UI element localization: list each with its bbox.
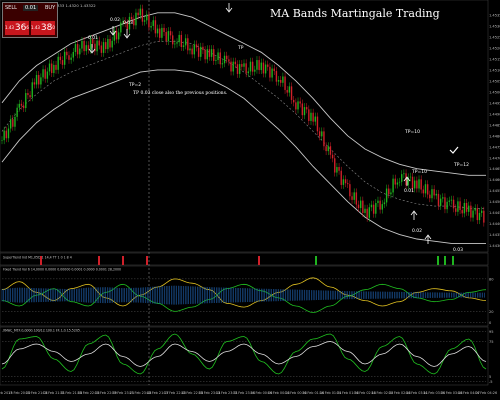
sell-price-big: 36 bbox=[14, 23, 27, 33]
sell-button-label[interactable]: SELL bbox=[5, 5, 17, 11]
tp-left-note: TP 0.03 close also the previous position… bbox=[133, 90, 228, 96]
buy-button-label[interactable]: BUY bbox=[45, 5, 55, 11]
tp10-label-a: TP=10 bbox=[404, 129, 420, 135]
y-tick-label: 1.4495 bbox=[489, 101, 500, 105]
y-tick-label: 75 bbox=[489, 340, 494, 344]
signal-bar bbox=[258, 256, 260, 265]
lot-size-field[interactable]: 0.01 bbox=[23, 5, 39, 11]
y-tick-label: 1.4465 bbox=[489, 167, 500, 171]
lot-label-3: 0.03 bbox=[123, 20, 133, 26]
y-tick-label: 1.4510 bbox=[489, 68, 500, 72]
signal-bar bbox=[437, 256, 439, 265]
y-tick-label: 1.4535 bbox=[489, 13, 500, 17]
sell-price-box[interactable]: 1.43366 bbox=[5, 21, 29, 35]
tp2-label: TP=2 bbox=[128, 82, 141, 88]
y-tick-label: 95 bbox=[489, 330, 494, 334]
y-tick-label: 1.4455 bbox=[489, 189, 500, 193]
y-tick-label: 1.4490 bbox=[489, 112, 500, 116]
indicator-label: XMAC_MTF 0,0000 100/12 100.1 FF 1.0 15.5… bbox=[3, 329, 80, 333]
sell-price-prefix: 1.43 bbox=[5, 25, 14, 30]
y-tick-label: 20 bbox=[489, 310, 494, 314]
signal-strip-panel bbox=[0, 252, 489, 266]
signal-bar bbox=[98, 256, 100, 265]
y-tick-label: 5 bbox=[489, 375, 491, 379]
signal-bar bbox=[122, 256, 124, 265]
sell-price-sup: 6 bbox=[26, 25, 29, 30]
main-price-panel bbox=[0, 0, 489, 253]
y-tick-label: 1.4440 bbox=[489, 222, 500, 226]
y-tick-label: -5 bbox=[489, 380, 493, 384]
y-tick-label: 1.4525 bbox=[489, 35, 500, 39]
y-tick-label: 1.4480 bbox=[489, 134, 500, 138]
signal-bar bbox=[452, 256, 454, 265]
y-tick-label: 1.4500 bbox=[489, 90, 500, 94]
tp10-label-b: TP=10 bbox=[411, 169, 427, 175]
buy-price-box[interactable]: 1.43380 bbox=[31, 21, 55, 35]
signal-strip-label: SuperTrend Ind M1,X5D 1 14,4 TT 1 0 1 8 … bbox=[3, 256, 72, 260]
x-axis-labels: 13 Feb 201513 Feb 20:2013 Feb 21:0413 Fe… bbox=[0, 391, 497, 395]
y-tick-label: 1.4450 bbox=[489, 200, 500, 204]
y-tick-label: 1.4470 bbox=[489, 156, 500, 160]
one-click-trade-panel: SELL 0.01 BUY 1.43366 1.43380 bbox=[2, 2, 58, 38]
y-tick-label: 80 bbox=[489, 277, 494, 281]
y-tick-label: 1.4485 bbox=[489, 123, 500, 127]
y-tick-label: 1.4530 bbox=[489, 24, 500, 28]
y-tick-label: 1.4460 bbox=[489, 178, 500, 182]
y-tick-label: 1.4520 bbox=[489, 46, 500, 50]
lot-label-4: 0.01 bbox=[404, 188, 414, 194]
x-tick-label: 14 Feb 04:26 bbox=[475, 391, 497, 395]
signal-bar bbox=[146, 256, 148, 265]
lot-label-5: 0.02 bbox=[412, 228, 422, 234]
lot-label-6: 0.03 bbox=[453, 247, 463, 253]
mt4-chart: SuperTrend Ind M1,X5D 1 14,4 TT 1 0 1 8 … bbox=[0, 0, 500, 400]
y-tick-label: 1.4505 bbox=[489, 79, 500, 83]
tp12-label: TP=12 bbox=[453, 162, 469, 168]
chart-title: MA Bands Martingale Trading bbox=[270, 7, 440, 20]
y-tick-label: 1.4445 bbox=[489, 211, 500, 215]
tp-top-label: TP bbox=[237, 45, 244, 51]
buy-price-prefix: 1.43 bbox=[31, 25, 40, 30]
y-tick-label: 1.4475 bbox=[489, 145, 500, 149]
buy-price-sup: 0 bbox=[52, 25, 55, 30]
indicator-label: Fixed Trend Vol 6 14,0000 0.0000 0.00000… bbox=[3, 268, 121, 272]
y-tick-label: 1.4430 bbox=[489, 244, 500, 248]
y-tick-label: 1.4435 bbox=[489, 233, 500, 237]
buy-price-big: 38 bbox=[40, 23, 53, 33]
signal-bar bbox=[444, 256, 446, 265]
y-tick-label: 1.4515 bbox=[489, 57, 500, 61]
lot-label-1: 0.01 bbox=[88, 35, 98, 41]
signal-bar bbox=[40, 256, 42, 265]
signal-bar bbox=[315, 256, 317, 265]
lot-label-2: 0.02 bbox=[110, 17, 120, 23]
